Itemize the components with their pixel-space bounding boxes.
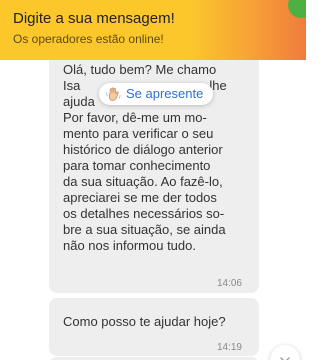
message-line: bre a sua situação, se ainda (63, 222, 226, 237)
scroll-down-button[interactable] (270, 345, 300, 360)
introduce-yourself-button[interactable]: Se apresente (99, 83, 213, 105)
message-line: apreciarei se me der todos (63, 190, 217, 205)
message-line: da sua situação. Ao fazê-lo, (63, 174, 223, 189)
message-list[interactable]: Olá, tudo bem? Me chamo Isa lhe ajuda Por… (0, 56, 306, 360)
waving-hand-icon (106, 86, 121, 101)
message-line: os detalhes necessários so- (63, 206, 225, 221)
message-line-fragment: Isa (63, 78, 81, 93)
message-line: mento para verificar o seu (63, 126, 214, 141)
message-line: Olá, tudo bem? Me chamo (63, 62, 217, 77)
message-line: Como posso te ajudar hoje? (63, 314, 226, 329)
message-bubble-operator-2: Como posso te ajudar hoje? 14:19 (49, 298, 259, 356)
header-subtitle: Os operadores estão online! (13, 32, 164, 46)
chevron-down-icon (280, 357, 290, 360)
message-line: não nos informou tudo. (63, 238, 196, 253)
message-timestamp: 14:19 (216, 342, 242, 353)
message-line: para tomar conhecimento (63, 158, 211, 173)
message-line: Por favor, dê-me um mo- (63, 110, 207, 125)
message-line: histórico de diálogo anterior (63, 142, 223, 157)
chat-header[interactable]: Digite a sua mensagem! Os operadores est… (0, 0, 306, 60)
introduce-yourself-label: Se apresente (126, 86, 204, 101)
header-title: Digite a sua mensagem! (13, 10, 175, 27)
chat-widget: Digite a sua mensagem! Os operadores est… (0, 0, 306, 360)
message-timestamp: 14:06 (216, 278, 242, 289)
